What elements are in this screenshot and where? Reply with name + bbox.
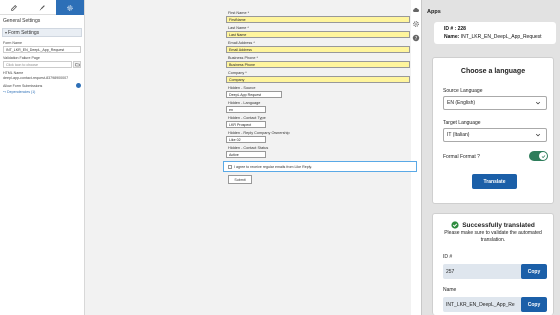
result-name-label: Name bbox=[443, 287, 457, 293]
allow-submissions-row: Allow Form Submissions bbox=[0, 82, 84, 89]
form-field: Business Phone * Business Phone bbox=[226, 56, 412, 68]
allow-submissions-label: Allow Form Submissions bbox=[3, 83, 43, 88]
tab-style[interactable] bbox=[28, 0, 56, 15]
gear-icon bbox=[413, 21, 419, 27]
result-title: Successfully translated bbox=[433, 221, 553, 229]
phone-input[interactable]: Business Phone bbox=[226, 61, 410, 68]
hidden-contact-type-input[interactable]: LKR Prospect bbox=[226, 121, 266, 128]
form-field: Hidden - Reply Company Ownership Like 02 bbox=[226, 131, 412, 143]
target-language-value: IT (Italian) bbox=[447, 132, 470, 138]
field-label: Email Address * bbox=[228, 41, 255, 45]
submit-button[interactable]: Submit bbox=[228, 175, 252, 184]
app-id: ID # : 228 bbox=[444, 25, 553, 33]
folder-icon bbox=[74, 63, 80, 67]
dependencies-link[interactable]: ↪ Dependencies (1) bbox=[0, 89, 84, 95]
success-check-icon bbox=[451, 221, 459, 229]
field-label: Hidden - Contact Type bbox=[228, 116, 266, 120]
app-id-text: ID # : 228 bbox=[444, 26, 466, 32]
form-canvas: First Name * FirstName Last Name * Last … bbox=[85, 0, 417, 315]
formal-format-label: Formal Format ? bbox=[443, 154, 480, 160]
hidden-language-input[interactable]: en bbox=[226, 106, 266, 113]
settings-tabs bbox=[0, 0, 84, 15]
app-info-card: ID # : 228 Name: INT_LKR_EN_DeepL_App_Re… bbox=[434, 22, 556, 44]
app-name-value: INT_LKR_EN_DeepL_App_Request bbox=[460, 34, 542, 40]
language-card-title: Choose a language bbox=[460, 68, 526, 75]
formal-format-toggle[interactable] bbox=[529, 151, 548, 161]
source-language-select[interactable]: EN (English) bbox=[443, 96, 547, 110]
dependencies-label: Dependencies (1) bbox=[7, 90, 36, 94]
last-name-input[interactable]: Last Name bbox=[226, 31, 410, 38]
help-button[interactable]: ? bbox=[411, 33, 421, 43]
chevron-down-icon bbox=[535, 132, 541, 140]
consent-label: I agree to receive regular emails from L… bbox=[234, 164, 313, 169]
form-field: First Name * FirstName bbox=[226, 11, 412, 23]
chevron-down-icon: ▾ bbox=[5, 30, 8, 35]
gear-icon bbox=[67, 4, 73, 11]
field-label: Hidden - Language bbox=[228, 101, 261, 105]
tab-settings[interactable] bbox=[56, 0, 84, 15]
copy-name-button[interactable]: Copy bbox=[521, 297, 547, 312]
result-card: Successfully translated Please make sure… bbox=[432, 213, 554, 315]
translate-button[interactable]: Translate bbox=[472, 174, 517, 189]
form-field: Email Address * Email Address bbox=[226, 41, 412, 53]
target-language-select[interactable]: IT (Italian) bbox=[443, 128, 547, 142]
consent-checkbox[interactable] bbox=[228, 164, 232, 169]
validation-page-row: Click icon to choose bbox=[3, 61, 81, 68]
first-name-input[interactable]: FirstName bbox=[226, 16, 410, 23]
apps-panel: Apps ID # : 228 Name: INT_LKR_EN_DeepL_A… bbox=[421, 0, 560, 315]
result-message: Please make sure to validate the automat… bbox=[444, 230, 542, 243]
email-input[interactable]: Email Address bbox=[226, 46, 410, 53]
hidden-ownership-input[interactable]: Like 02 bbox=[226, 136, 266, 143]
field-label: First Name * bbox=[228, 11, 250, 15]
field-label: Hidden - Reply Company Ownership bbox=[228, 131, 290, 135]
hidden-source-input[interactable]: DeepL App Request bbox=[226, 91, 282, 98]
language-card: Choose a language Source Language EN (En… bbox=[432, 57, 554, 204]
form-field: Company * Company bbox=[226, 71, 412, 83]
chevron-down-icon bbox=[535, 100, 541, 108]
help-icon: ? bbox=[412, 34, 420, 42]
result-id-field[interactable]: 257 Copy bbox=[443, 264, 547, 279]
result-name-field[interactable]: INT_LKR_EN_DeepL_App_Re Copy bbox=[443, 297, 547, 312]
target-language-label: Target Language bbox=[443, 120, 481, 126]
app-name-row: Name: INT_LKR_EN_DeepL_App_Request bbox=[444, 33, 553, 41]
edit-icon bbox=[11, 4, 17, 11]
choose-page-button[interactable] bbox=[73, 61, 81, 68]
form-field: Hidden - Contact Type LKR Prospect bbox=[226, 116, 412, 128]
form-field: Hidden - Contact Status Active bbox=[226, 146, 412, 158]
field-label: Business Phone * bbox=[228, 56, 258, 60]
copy-id-button[interactable]: Copy bbox=[521, 264, 547, 279]
settings-button[interactable] bbox=[411, 19, 421, 29]
brush-icon bbox=[39, 4, 45, 11]
form-settings-section[interactable]: ▾ Form Settings bbox=[2, 28, 82, 37]
panel-title: General Settings bbox=[3, 18, 41, 24]
hidden-status-input[interactable]: Active bbox=[226, 151, 266, 158]
consent-checkbox-row[interactable]: I agree to receive regular emails from L… bbox=[223, 161, 417, 172]
source-language-label: Source Language bbox=[443, 88, 483, 94]
form-field: Hidden - Language en bbox=[226, 101, 412, 113]
field-label: Last Name * bbox=[228, 26, 249, 30]
section-label: Form Settings bbox=[8, 29, 40, 36]
check-icon bbox=[539, 152, 547, 160]
source-language-value: EN (English) bbox=[447, 100, 476, 106]
tab-fields[interactable] bbox=[0, 0, 28, 15]
form-name-input[interactable]: INT_LKR_EN_DeepL_App_Request bbox=[3, 46, 81, 53]
field-label: Company * bbox=[228, 71, 247, 75]
form-field: Last Name * Last Name bbox=[226, 26, 412, 38]
company-input[interactable]: Company bbox=[226, 76, 410, 83]
validation-page-input[interactable]: Click icon to choose bbox=[3, 61, 72, 68]
form-field: Hidden - Source DeepL App Request bbox=[226, 86, 412, 98]
field-label: Hidden - Source bbox=[228, 86, 256, 90]
result-id-label: ID # bbox=[443, 254, 453, 260]
settings-panel: General Settings ▾ Form Settings Form Na… bbox=[0, 0, 85, 315]
field-label: Hidden - Contact Status bbox=[228, 146, 269, 150]
right-rail: ? bbox=[411, 5, 421, 47]
cloud-icon bbox=[412, 7, 420, 12]
result-title-text: Successfully translated bbox=[462, 221, 535, 229]
apps-title: Apps bbox=[427, 9, 441, 15]
app-name-label: Name: bbox=[444, 34, 460, 40]
cloud-button[interactable] bbox=[411, 5, 421, 15]
form-preview: First Name * FirstName Last Name * Last … bbox=[223, 11, 417, 184]
allow-submissions-toggle[interactable] bbox=[76, 83, 81, 88]
